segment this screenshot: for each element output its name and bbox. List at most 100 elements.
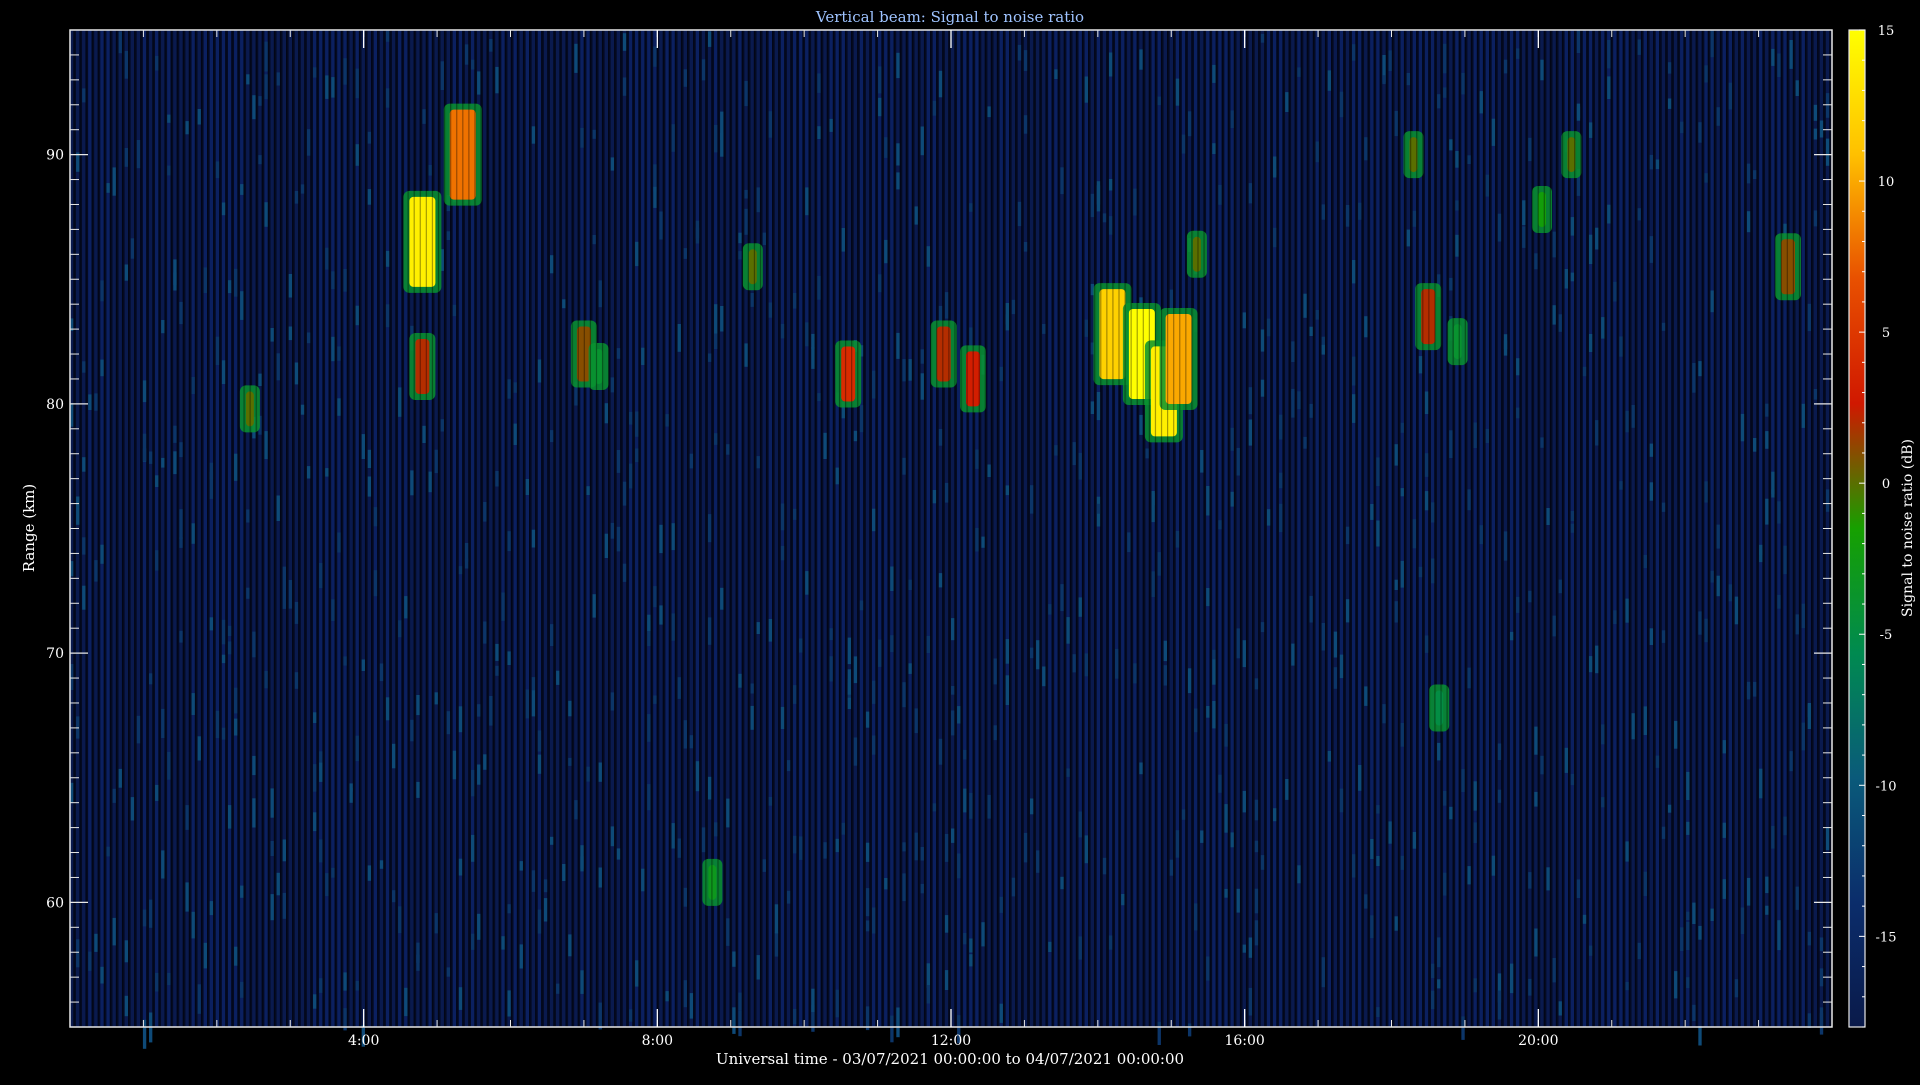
snr-heatmap-chart: Vertical beam: Signal to noise ratio 4:0…: [20, 8, 1916, 1068]
column-shade: [668, 30, 670, 1027]
noise-speck: [1145, 448, 1149, 459]
noise-speck: [853, 737, 858, 766]
noise-speck: [1437, 94, 1441, 109]
column-shade: [79, 30, 81, 1027]
noise-column: [519, 30, 523, 1027]
noise-speck: [1400, 488, 1404, 497]
noise-speck: [1352, 44, 1356, 61]
noise-speck: [622, 481, 627, 506]
column-shade: [267, 30, 269, 1027]
noise-speck: [1649, 443, 1654, 457]
noise-column: [811, 30, 815, 1027]
noise-speck: [1339, 654, 1344, 679]
noise-speck: [1005, 639, 1010, 664]
noise-speck: [1412, 519, 1417, 549]
noise-speck: [234, 687, 238, 714]
noise-speck: [549, 430, 554, 443]
noise-column: [1005, 30, 1010, 1027]
noise-speck: [1746, 211, 1751, 233]
noise-speck: [1637, 208, 1641, 221]
noise-speck: [1698, 611, 1702, 635]
noise-column: [1029, 30, 1034, 1027]
noise-speck: [142, 433, 147, 462]
noise-speck: [1078, 936, 1082, 960]
noise-speck: [859, 405, 864, 433]
noise-speck: [1607, 76, 1611, 99]
noise-speck: [1370, 839, 1374, 859]
column-shade: [522, 30, 525, 1027]
noise-speck: [489, 39, 493, 52]
noise-speck: [1686, 921, 1690, 950]
column-shade: [917, 30, 920, 1027]
noise-speck: [1388, 50, 1392, 71]
noise-column: [1534, 30, 1538, 1027]
noise-speck: [1212, 701, 1216, 729]
noise-speck: [1753, 170, 1757, 179]
noise-speck: [1029, 798, 1034, 815]
noise-speck: [1260, 33, 1265, 43]
noise-column: [88, 30, 92, 1027]
column-shade: [1719, 30, 1722, 1027]
noise-speck: [1516, 596, 1520, 613]
noise-speck: [1248, 387, 1253, 415]
noise-speck: [811, 333, 815, 349]
column-shade: [1610, 30, 1612, 1027]
noise-speck: [993, 658, 997, 685]
noise-speck: [477, 71, 481, 95]
noise-speck: [793, 293, 797, 309]
noise-speck: [635, 241, 639, 267]
noise-speck: [1218, 774, 1222, 793]
noise-speck: [1291, 643, 1295, 666]
noise-speck: [1783, 816, 1787, 836]
noise-speck: [252, 95, 256, 120]
column-shade: [589, 30, 592, 1027]
noise-speck: [306, 466, 311, 479]
column-shade: [1276, 30, 1278, 1027]
noise-speck: [1121, 894, 1125, 906]
noise-speck: [1649, 236, 1654, 263]
noise-speck: [531, 870, 536, 892]
noise-speck: [385, 250, 390, 267]
noise-speck: [1285, 92, 1289, 112]
column-shade: [899, 30, 901, 1027]
noise-speck: [1212, 649, 1216, 660]
column-shade: [1689, 30, 1691, 1027]
colorbar-tick-label: 5: [1882, 326, 1890, 341]
noise-speck: [1613, 281, 1617, 302]
noise-speck: [452, 750, 457, 780]
noise-speck: [258, 155, 262, 165]
noise-speck: [118, 31, 122, 54]
noise-speck: [932, 490, 937, 504]
noise-speck: [1248, 987, 1253, 1016]
column-shade: [948, 30, 950, 1027]
noise-speck: [507, 904, 511, 914]
column-shade: [541, 30, 543, 1027]
noise-speck: [1017, 44, 1022, 61]
noise-speck: [1467, 489, 1471, 511]
column-shade: [923, 30, 926, 1027]
column-shade: [1379, 30, 1381, 1027]
column-shade: [711, 30, 713, 1027]
noise-column: [1497, 30, 1502, 1027]
noise-speck: [100, 359, 104, 377]
noise-column: [507, 30, 511, 1027]
noise-speck: [714, 304, 718, 334]
noise-column: [1619, 30, 1623, 1027]
column-shade: [571, 30, 573, 1027]
noise-speck: [88, 394, 92, 410]
noise-speck: [1430, 502, 1435, 523]
noise-speck: [628, 411, 633, 425]
column-shade: [1756, 30, 1758, 1027]
column-shade: [547, 30, 549, 1027]
noise-speck: [82, 88, 86, 103]
column-shade: [1112, 30, 1114, 1027]
noise-speck: [1625, 598, 1629, 623]
noise-speck: [1613, 610, 1617, 624]
noise-column: [142, 30, 147, 1027]
noise-speck: [1212, 143, 1216, 154]
noise-speck: [1722, 879, 1726, 899]
noise-speck: [240, 184, 244, 195]
noise-speck: [191, 523, 195, 544]
noise-speck: [288, 580, 293, 609]
noise-speck: [768, 619, 773, 642]
